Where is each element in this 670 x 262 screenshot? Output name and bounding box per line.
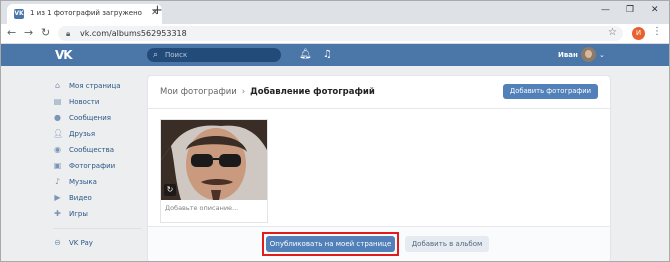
search-icon: ⌕ [153,50,159,60]
publish-highlight: Опубликовать на моей странице [262,232,399,256]
sidebar-item-label: Фотографии [69,162,116,170]
chevron-right-icon: › [241,87,246,97]
music-icon: ♪ [54,177,61,186]
sidebar-item-label: Друзья [69,130,96,138]
new-tab-icon[interactable]: + [152,4,163,18]
vk-logo[interactable]: VK [55,48,73,62]
breadcrumb-my-photos[interactable]: Мои фотографии [160,87,237,97]
sidebar-item-vkpay[interactable]: ⊖ VK Pay [51,235,146,251]
news-icon: ▤ [53,97,62,106]
avatar[interactable] [581,47,596,62]
browser-profile-avatar[interactable]: И [632,27,645,40]
photos-icon: ▣ [53,161,62,170]
notifications-bell-icon[interactable]: 🔔︎ [299,48,312,62]
url-text[interactable]: vk.com/albums562953318 [80,28,187,39]
sidebar-item-label: Игры [69,210,88,218]
upload-card: Мои фотографии › Добавление фотографий Доб… [148,76,610,261]
tab-title: 1 из 1 фотографий загружено [30,9,142,17]
sidebar-divider [53,228,141,229]
browser-tab[interactable]: VK 1 из 1 фотографий загружено ✕ [7,4,162,24]
vkpay-icon: ⊖ [54,238,61,247]
home-icon: ⌂ [54,81,61,90]
page-body: ⌂ Моя страница ▤ Новости ● Сообщения 👤︎ … [1,66,669,261]
minimize-icon[interactable]: — [601,4,610,16]
chevron-down-icon[interactable]: ⌄ [599,50,605,60]
sidebar-item-news[interactable]: ▤ Новости [51,94,146,110]
browser-window: VK 1 из 1 фотографий загружено ✕ + — ❐ ✕… [0,0,670,262]
search-input[interactable]: ⌕ Поиск [147,48,281,62]
sidebar-item-label: Сообщества [69,146,115,154]
sidebar-item-label: VK Pay [69,239,93,247]
add-photos-button[interactable]: Добавить фотографии [503,84,598,99]
photo-thumbnail[interactable]: ↻ [161,120,267,200]
bookmark-star-icon[interactable]: ☆ [608,27,617,39]
friends-icon: 👤︎ [53,129,64,138]
sidebar-item-games[interactable]: ✚ Игры [51,206,146,222]
messages-icon: ● [54,113,61,122]
tab-strip: VK 1 из 1 фотографий загружено ✕ + — ❐ ✕ [1,1,669,24]
games-icon: ✚ [54,209,61,218]
video-icon: ▶ [54,193,61,202]
page-title: Добавление фотографий [250,87,375,97]
music-note-icon[interactable]: ♫ [323,48,332,62]
address-row: ← → ↻ 🔒︎ vk.com/albums562953318 ☆ И ⋮ [1,24,669,44]
forward-icon[interactable]: → [24,27,33,39]
browser-menu-icon[interactable]: ⋮ [652,26,662,38]
user-name[interactable]: Иван [558,50,578,60]
sidebar-item-communities[interactable]: ◉ Сообщества [51,142,146,158]
sidebar-item-label: Новости [69,98,100,106]
lock-icon[interactable]: 🔒︎ [66,28,70,39]
photo-description-field[interactable]: Добавьте описание... [165,203,238,213]
restore-icon[interactable]: ❐ [626,4,634,16]
sidebar-item-photos[interactable]: ▣ Фотографии [51,158,146,174]
sidebar-item-label: Музыка [69,178,97,186]
publish-button[interactable]: Опубликовать на моей странице [266,236,395,252]
sidebar-item-label: Видео [69,194,92,202]
back-icon[interactable]: ← [7,27,16,39]
sidebar-item-label: Сообщения [69,114,112,122]
uploaded-photo-card: ↻ Добавьте описание... [160,119,268,223]
sidebar-item-music[interactable]: ♪ Музыка [51,174,146,190]
sidebar-item-my-page[interactable]: ⌂ Моя страница [51,78,146,94]
address-bar[interactable]: 🔒︎ vk.com/albums562953318 ☆ [58,26,623,41]
rotate-icon[interactable]: ↻ [164,184,176,196]
communities-icon: ◉ [54,145,61,154]
vk-header: VK ⌕ Поиск 🔔︎ ♫ Иван ⌄ [1,44,669,66]
header-divider [148,108,610,109]
sidebar-item-label: Моя страница [69,82,121,90]
sidebar-item-video[interactable]: ▶ Видео [51,190,146,206]
search-placeholder: Поиск [165,51,188,59]
sidebar: ⌂ Моя страница ▤ Новости ● Сообщения 👤︎ … [51,78,146,251]
window-close-icon[interactable]: ✕ [651,4,659,16]
card-footer: Опубликовать на моей странице Добавить в… [148,226,610,261]
sidebar-item-messages[interactable]: ● Сообщения [51,110,146,126]
breadcrumb: Мои фотографии › Добавление фотографий [160,86,375,98]
reload-icon[interactable]: ↻ [41,27,50,39]
sidebar-item-friends[interactable]: 👤︎ Друзья [51,126,146,142]
vk-favicon-icon: VK [14,9,24,19]
add-to-album-button[interactable]: Добавить в альбом [405,236,489,252]
